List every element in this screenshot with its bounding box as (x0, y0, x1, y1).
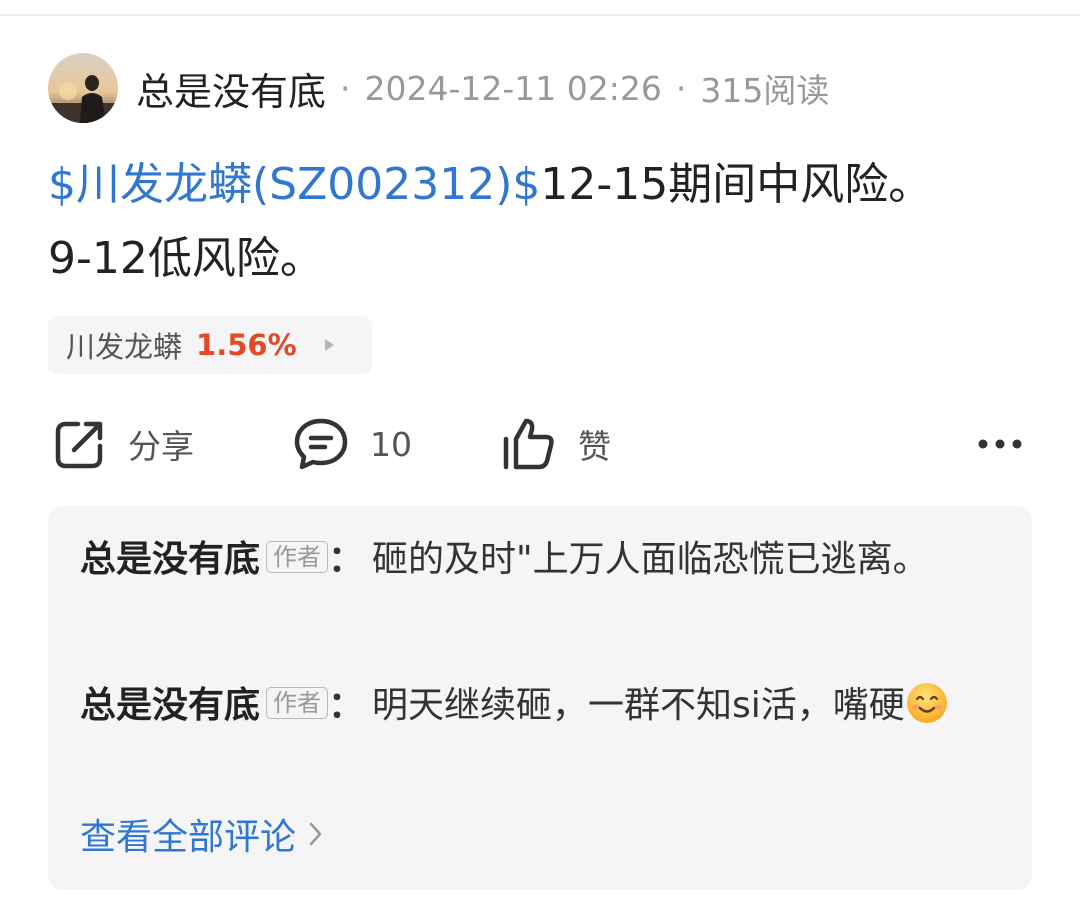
post-header: 总是没有底 · 2024-12-11 02:26 · 315阅读 (48, 52, 829, 124)
post-text-line-1: 12-15期间中风险。 (540, 159, 933, 210)
avatar-image (48, 53, 118, 123)
comment-icon (294, 418, 348, 470)
meta-separator: · (675, 68, 687, 108)
comment-button[interactable]: 10 (292, 412, 412, 476)
comment-item[interactable]: 总是没有底 作者：明天继续砸，一群不知si活，嘴硬 (80, 674, 1000, 738)
like-icon (503, 418, 554, 470)
share-icon (55, 421, 103, 469)
smile-emoji-icon (906, 683, 947, 723)
view-all-comments-link[interactable]: 查看全部评论 (80, 808, 324, 860)
like-button[interactable]: 赞 (500, 412, 611, 476)
comment-colon: ： (328, 685, 365, 726)
view-all-label: 查看全部评论 (80, 817, 297, 858)
comment-author[interactable]: 总是没有底 (80, 539, 260, 580)
comments-panel: 总是没有底 作者：砸的及时"上万人面临恐慌已逃离。 总是没有底 作者：明天继续砸，一… (48, 506, 1032, 890)
chevron-right-icon (324, 339, 334, 351)
comment-author[interactable]: 总是没有底 (80, 685, 260, 726)
comment-item[interactable]: 总是没有底 作者：砸的及时"上万人面临恐慌已逃离。 (80, 528, 1000, 592)
stock-tag-link[interactable]: $川发龙蟒(SZ002312)$ (48, 159, 540, 210)
stock-chip-name: 川发龙蟒 (66, 330, 183, 364)
meta-separator: · (340, 68, 351, 108)
post-line-1: $川发龙蟒(SZ002312)$12-15期间中风险。 (48, 148, 1038, 222)
author-name[interactable]: 总是没有底 (136, 61, 326, 116)
author-badge: 作者 (266, 541, 329, 573)
comment-text: 明天继续砸，一群不知si活，嘴硬 (372, 685, 905, 726)
comment-text: 砸的及时"上万人面临恐慌已逃离。 (372, 539, 929, 580)
like-label: 赞 (578, 427, 611, 466)
author-badge: 作者 (266, 687, 329, 719)
top-divider (0, 14, 1080, 16)
stock-chip[interactable]: 川发龙蟒 1.56% (48, 316, 372, 374)
avatar[interactable] (48, 53, 118, 123)
more-icon (978, 439, 1022, 449)
post-timestamp: 2024-12-11 02:26 (364, 68, 662, 108)
post-content: $川发龙蟒(SZ002312)$12-15期间中风险。 9-12低风险。 (48, 148, 1038, 296)
chevron-right-icon (309, 822, 322, 846)
comment-count: 10 (370, 424, 412, 464)
comment-colon: ： (328, 539, 365, 580)
stock-chip-change: 1.56% (196, 328, 297, 362)
post-text-line-2: 9-12低风险。 (48, 233, 324, 284)
read-count: 315阅读 (700, 71, 830, 110)
more-button[interactable] (976, 424, 1024, 464)
share-button[interactable]: 分享 (52, 412, 194, 476)
share-label: 分享 (128, 427, 194, 466)
post-meta: · 2024-12-11 02:26 · 315阅读 (340, 64, 829, 112)
